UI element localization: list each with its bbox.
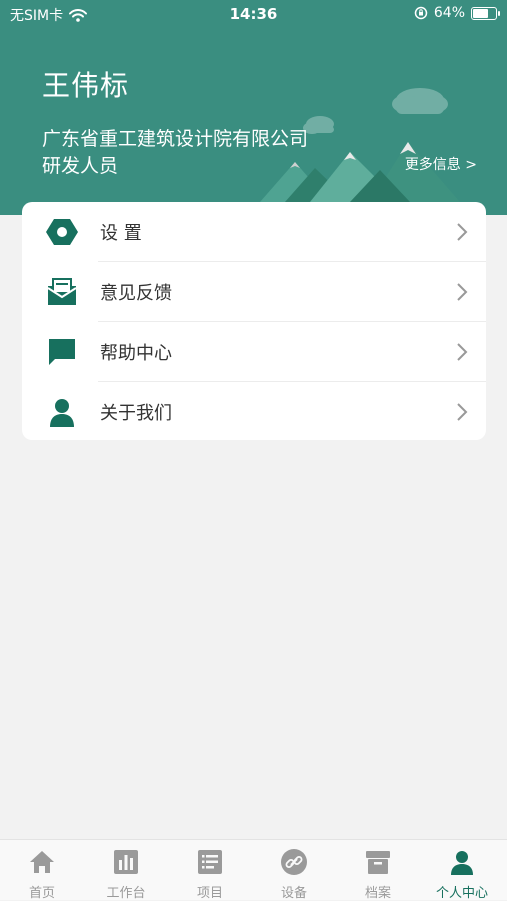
- settings-menu-card: 设 置 意见反馈 帮助中心 关于我们: [22, 202, 486, 440]
- menu-item-feedback[interactable]: 意见反馈: [22, 262, 486, 322]
- home-icon: [30, 851, 54, 873]
- archive-box-icon: [366, 851, 390, 874]
- chevron-right-icon: [457, 223, 468, 241]
- tab-label: 档案: [364, 886, 391, 901]
- menu-item-label: 帮助中心: [100, 343, 172, 364]
- rotation-lock-icon: [414, 6, 428, 20]
- tab-home[interactable]: 首页: [0, 840, 84, 901]
- company-name: 广东省重工建筑设计院有限公司: [42, 128, 309, 150]
- tab-label: 工作台: [106, 886, 146, 901]
- menu-item-settings[interactable]: 设 置: [22, 202, 486, 262]
- menu-item-about-us[interactable]: 关于我们: [22, 382, 486, 442]
- tab-projects[interactable]: 项目: [168, 840, 252, 901]
- status-bar: 无SIM卡 14:36 64%: [0, 0, 507, 28]
- menu-item-label: 意见反馈: [100, 283, 172, 304]
- hex-nut-icon: [46, 219, 78, 245]
- link-icon: [281, 849, 307, 875]
- more-info-link[interactable]: 更多信息 >: [405, 154, 477, 174]
- chat-bubble-icon: [49, 339, 75, 365]
- chevron-right-icon: [457, 283, 468, 301]
- user-name: 王伟标: [42, 69, 130, 102]
- user-role: 研发人员: [42, 155, 119, 177]
- tab-label: 个人中心: [435, 886, 488, 901]
- bar-chart-icon: [114, 850, 138, 874]
- battery-percent: 64%: [433, 5, 465, 21]
- battery-icon: [471, 6, 500, 20]
- tab-label: 项目: [196, 886, 223, 901]
- tab-archives[interactable]: 档案: [336, 840, 420, 901]
- tab-label: 首页: [28, 886, 55, 901]
- chevron-right-icon: [457, 343, 468, 361]
- menu-item-label: 设 置: [100, 223, 142, 244]
- tab-personal-center[interactable]: 个人中心: [420, 840, 504, 901]
- mail-icon: [47, 278, 77, 305]
- list-doc-icon: [198, 850, 222, 874]
- bottom-tab-bar: 首页 工作台 项目 设备 档案 个人中心: [0, 839, 507, 901]
- person-icon: [50, 399, 74, 427]
- person-icon: [451, 851, 473, 875]
- profile-header: 王伟标 广东省重工建筑设计院有限公司 研发人员 更多信息 >: [0, 0, 507, 215]
- tab-label: 设备: [280, 886, 307, 901]
- tab-workbench[interactable]: 工作台: [84, 840, 168, 901]
- menu-item-label: 关于我们: [100, 403, 172, 424]
- chevron-right-icon: [457, 403, 468, 421]
- menu-item-help-center[interactable]: 帮助中心: [22, 322, 486, 382]
- tab-devices[interactable]: 设备: [252, 840, 336, 901]
